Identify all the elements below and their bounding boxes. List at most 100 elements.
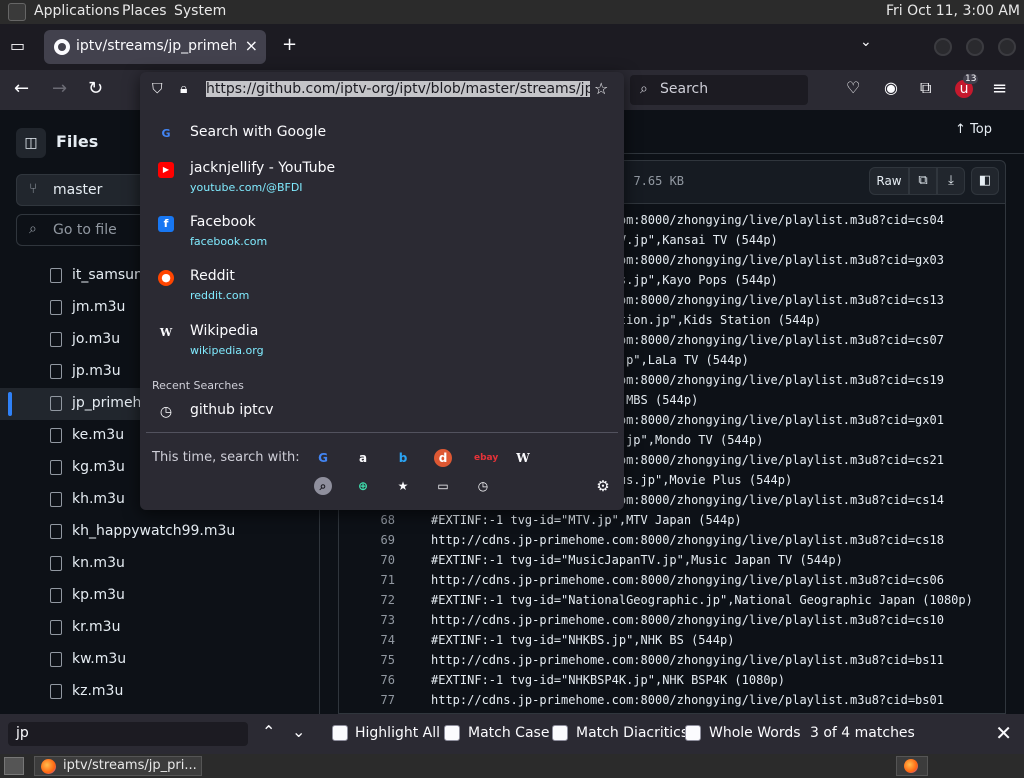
tabs-engine-icon[interactable]: ⊕ [354, 477, 372, 495]
forward-button[interactable]: → [52, 78, 67, 99]
file-item[interactable]: kh_happywatch99.m3u [0, 516, 320, 548]
places-menu[interactable]: Places [122, 3, 167, 19]
line-number[interactable]: 69 [339, 533, 395, 547]
account-icon[interactable]: ◉ [884, 78, 898, 97]
line-text: #EXTINF:-1 tvg-id="NHKBSP4K.jp",NHK BSP4… [431, 673, 786, 687]
wikipedia-engine-icon[interactable]: W [514, 449, 532, 467]
history-clock-icon: ◷ [159, 404, 173, 420]
menu-icon[interactable]: ≡ [992, 78, 1007, 99]
lock-icon[interactable]: 🔒︎ [180, 81, 187, 97]
suggestion-url: wikipedia.org [190, 344, 264, 357]
taskbar-window-button[interactable]: iptv/streams/jp_pri... [34, 756, 202, 776]
find-previous-button[interactable]: ⌃ [262, 722, 275, 741]
line-text: http://cdns.jp-primehome.com:8000/zhongy… [431, 573, 944, 587]
amazon-engine-icon[interactable]: a [354, 449, 372, 467]
file-item[interactable]: kw.m3u [0, 644, 320, 676]
applications-menu[interactable]: Applications [34, 3, 120, 19]
match-diacritics-checkbox[interactable] [552, 725, 568, 741]
line-text: http://cdns.jp-primehome.com:8000/zhongy… [431, 533, 944, 547]
line-number[interactable]: 70 [339, 553, 395, 567]
bookmarks-star-icon[interactable]: ★ [394, 477, 412, 495]
highlight-all-label[interactable]: Highlight All [355, 725, 440, 741]
line-text: #EXTINF:-1 tvg-id="NationalGeographic.jp… [431, 593, 973, 607]
download-icon[interactable]: ⤓ [937, 167, 965, 195]
line-number[interactable]: 72 [339, 593, 395, 607]
whole-words-label[interactable]: Whole Words [709, 725, 801, 741]
line-number[interactable]: 77 [339, 693, 395, 707]
top-button[interactable]: ↑ Top [955, 122, 992, 137]
file-name: kw.m3u [72, 651, 127, 667]
divider [146, 432, 618, 433]
file-item[interactable]: kz.m3u [0, 676, 320, 708]
ebay-engine-icon[interactable]: ebay [474, 449, 498, 467]
go-to-file-input[interactable]: ⌕ Go to file [16, 214, 156, 246]
file-item[interactable]: kr.m3u [0, 612, 320, 644]
close-window-button[interactable] [998, 38, 1016, 56]
browser-tab[interactable]: iptv/streams/jp_primehome × [44, 30, 266, 64]
file-item[interactable]: kn.m3u [0, 548, 320, 580]
code-line: 71 http://cdns.jp-primehome.com:8000/zhon… [339, 570, 1007, 590]
bing-engine-icon[interactable]: b [394, 449, 412, 467]
file-name: kp.m3u [72, 587, 125, 603]
minimize-button[interactable] [934, 38, 952, 56]
shield-icon[interactable]: ⛉ [152, 81, 163, 97]
tabs-icon[interactable]: ▭ [434, 477, 452, 495]
search-settings-gear-icon[interactable]: ⚙ [594, 477, 612, 495]
maximize-button[interactable] [966, 38, 984, 56]
tab-list-icon[interactable]: ▭ [10, 36, 25, 55]
match-case-label[interactable]: Match Case [468, 725, 549, 741]
show-desktop-icon[interactable] [4, 757, 24, 775]
history-icon[interactable]: ◷ [474, 477, 492, 495]
back-button[interactable]: ← [14, 78, 29, 99]
file-icon [50, 460, 62, 475]
clock[interactable]: Fri Oct 11, 3:00 AM [886, 3, 1020, 19]
whole-words-checkbox[interactable] [685, 725, 701, 741]
collapse-sidebar-icon[interactable]: ◫ [16, 128, 46, 158]
new-tab-button[interactable]: + [282, 34, 297, 55]
extensions-icon[interactable]: ⧉ [920, 78, 931, 98]
top-panel: Applications Places System Fri Oct 11, 3… [0, 0, 1024, 24]
line-number[interactable]: 75 [339, 653, 395, 667]
this-time-search-label: This time, search with: [152, 450, 300, 465]
line-number[interactable]: 73 [339, 613, 395, 627]
find-next-button[interactable]: ⌄ [292, 722, 305, 741]
chevron-down-icon[interactable]: ⌄ [860, 34, 872, 50]
match-case-checkbox[interactable] [444, 725, 460, 741]
highlight-all-checkbox[interactable] [332, 725, 348, 741]
suggestion-url: youtube.com/@BFDI [190, 181, 303, 194]
url-input[interactable]: ⛉ 🔒︎ https://github.com/iptv-org/iptv/bl… [140, 72, 624, 110]
find-query: jp [16, 725, 29, 741]
branch-selector[interactable]: ⑂ master [16, 174, 156, 206]
duckduckgo-engine-icon[interactable]: d [434, 449, 452, 467]
search-box[interactable]: ⌕ Search [630, 75, 808, 105]
search-engine-icon[interactable]: ⌕ [314, 477, 332, 495]
code-line: 76 #EXTINF:-1 tvg-id="NHKBSP4K.jp",NHK BS… [339, 670, 1007, 690]
tab-close-button[interactable]: × [245, 36, 258, 55]
gnome-foot-icon[interactable] [8, 3, 26, 21]
suggestion-title: jacknjellify - YouTube [190, 160, 336, 176]
line-number[interactable]: 74 [339, 633, 395, 647]
google-engine-icon[interactable]: G [314, 449, 332, 467]
recent-searches-header: Recent Searches [152, 379, 244, 392]
search-icon: ⌕ [640, 81, 648, 97]
file-icon [50, 364, 62, 379]
raw-button[interactable]: Raw [869, 167, 909, 195]
line-number[interactable]: 71 [339, 573, 395, 587]
file-icon [50, 588, 62, 603]
pocket-icon[interactable]: ♡ [846, 78, 860, 97]
find-input[interactable]: jp [8, 722, 248, 746]
match-diacritics-label[interactable]: Match Diacritics [576, 725, 688, 741]
reload-button[interactable]: ↻ [88, 78, 103, 99]
file-item[interactable]: kp.m3u [0, 580, 320, 612]
symbols-panel-icon[interactable]: ◧ [971, 167, 999, 195]
url-text[interactable]: https://github.com/iptv-org/iptv/blob/ma… [206, 81, 590, 97]
line-number[interactable]: 68 [339, 513, 395, 527]
copy-icon[interactable]: ⧉ [909, 167, 937, 195]
bookmark-star-icon[interactable]: ☆ [594, 79, 608, 98]
suggestion-title: Wikipedia [190, 323, 259, 339]
suggestion-title: Search with Google [190, 124, 327, 140]
line-number[interactable]: 76 [339, 673, 395, 687]
system-menu[interactable]: System [174, 3, 226, 19]
file-name: jo.m3u [72, 331, 121, 347]
close-findbar-icon[interactable]: ✕ [995, 721, 1012, 745]
